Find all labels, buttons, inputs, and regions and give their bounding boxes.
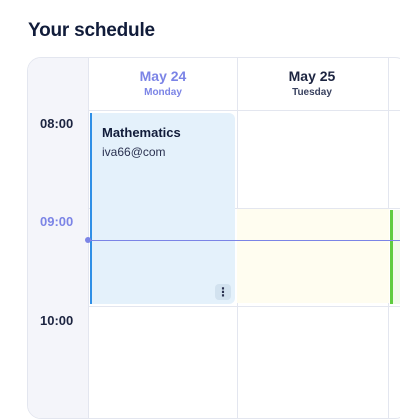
day-header-tuesday[interactable]: May 25 Tuesday xyxy=(238,58,386,111)
event-card[interactable]: Mathematics iva66@com ⋮ xyxy=(90,113,235,304)
day-weekday: Tuesday xyxy=(292,87,332,98)
schedule-calendar: 08:00 09:00 10:00 May 24 Monday May 25 T… xyxy=(27,57,400,419)
event-title: Mathematics xyxy=(102,125,181,140)
time-column: 08:00 09:00 10:00 xyxy=(28,58,89,418)
time-label-0900: 09:00 xyxy=(40,214,74,229)
time-label-1000: 10:00 xyxy=(40,313,74,328)
current-time-line xyxy=(88,240,400,241)
day-date: May 25 xyxy=(288,68,336,84)
vertical-dots-icon[interactable]: ⋮ xyxy=(215,284,231,300)
available-slot-marker xyxy=(390,210,393,304)
time-slot-highlight[interactable] xyxy=(237,209,389,303)
time-label-0800: 08:00 xyxy=(40,116,74,131)
day-date: May 24 xyxy=(139,68,187,84)
current-time-dot xyxy=(85,237,91,243)
page-title: Your schedule xyxy=(28,20,155,41)
event-email: iva66@com xyxy=(102,145,166,159)
hour-divider xyxy=(88,306,400,307)
available-slot[interactable] xyxy=(393,210,400,304)
day-weekday: Monday xyxy=(144,87,182,98)
day-header-monday[interactable]: May 24 Monday xyxy=(89,58,237,111)
